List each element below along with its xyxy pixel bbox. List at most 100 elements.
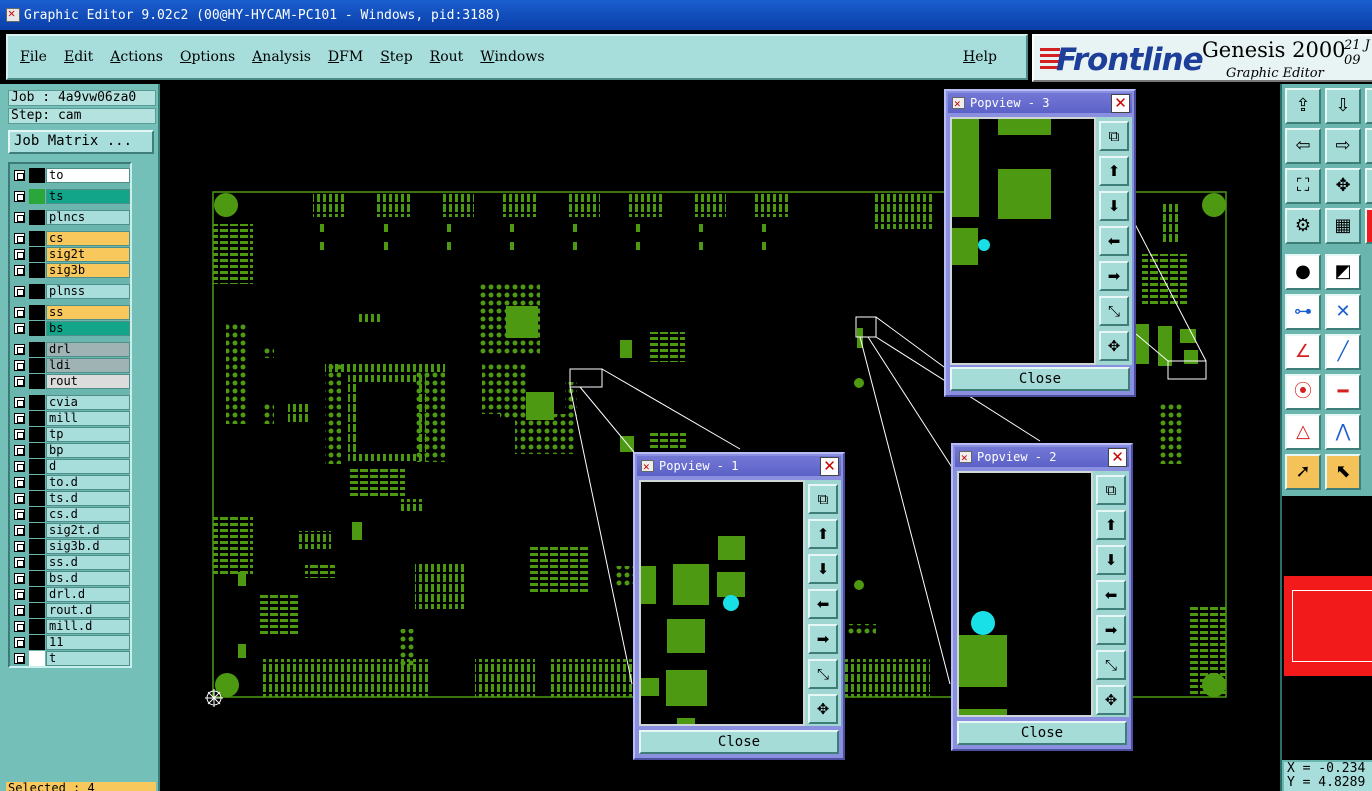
zoom-home-icon[interactable]: ⛶	[1285, 168, 1321, 204]
pan-left-icon[interactable]: ⬅	[808, 589, 838, 619]
layer-color-swatch[interactable]	[29, 342, 45, 357]
layer-checkbox[interactable]	[14, 286, 25, 297]
layer-color-swatch[interactable]	[29, 231, 45, 246]
layer-name[interactable]: cs	[46, 231, 130, 246]
layer-checkbox[interactable]	[14, 344, 25, 355]
layer-row[interactable]: to.d	[12, 475, 130, 490]
menu-file[interactable]: File	[20, 49, 47, 65]
layer-name[interactable]: 11	[46, 635, 130, 650]
zoom-in-icon[interactable]: ⤡	[1096, 650, 1126, 680]
move-down-icon[interactable]: ⇩	[1325, 88, 1361, 124]
layer-checkbox[interactable]	[14, 249, 25, 260]
layer-row[interactable]: drl	[12, 342, 130, 357]
layer-color-swatch[interactable]	[29, 284, 45, 299]
pan-left-icon[interactable]: ⬅	[1099, 226, 1129, 256]
layer-color-swatch[interactable]	[29, 247, 45, 262]
popview-2-titlebar[interactable]: Popview - 2 ✕	[955, 447, 1129, 468]
layer-row[interactable]: bs	[12, 321, 130, 336]
layer-name[interactable]: ts	[46, 189, 130, 204]
tool-icon[interactable]	[1365, 168, 1372, 204]
layer-name[interactable]: d	[46, 459, 130, 474]
move-right-icon[interactable]: ⇨	[1325, 128, 1361, 164]
layer-checkbox[interactable]	[14, 621, 25, 632]
line-angle-icon[interactable]: ∠	[1285, 334, 1321, 370]
layer-checkbox[interactable]	[14, 429, 25, 440]
select-pointer-icon[interactable]: ➚	[1285, 454, 1321, 490]
layer-color-swatch[interactable]	[29, 571, 45, 586]
layer-row[interactable]: sig2t.d	[12, 523, 130, 538]
overview-red-box[interactable]	[1284, 576, 1372, 676]
menu-analysis[interactable]: Analysis	[252, 49, 311, 65]
layer-checkbox[interactable]	[14, 233, 25, 244]
layer-color-swatch[interactable]	[29, 539, 45, 554]
layer-row[interactable]: d	[12, 459, 130, 474]
layer-name[interactable]: ss.d	[46, 555, 130, 570]
menu-step[interactable]: Step	[380, 49, 412, 65]
layer-color-swatch[interactable]	[29, 523, 45, 538]
layer-checkbox[interactable]	[14, 573, 25, 584]
pan-right-icon[interactable]: ➡	[1099, 261, 1129, 291]
layer-row[interactable]: bp	[12, 443, 130, 458]
layer-color-swatch[interactable]	[29, 189, 45, 204]
layer-checkbox[interactable]	[14, 360, 25, 371]
pan-up-icon[interactable]: ⬆	[1099, 156, 1129, 186]
tool-icon[interactable]	[1365, 128, 1372, 164]
layer-checkbox[interactable]	[14, 493, 25, 504]
layer-row[interactable]: mill.d	[12, 619, 130, 634]
tool-icon[interactable]	[1365, 208, 1372, 244]
layer-color-swatch[interactable]	[29, 427, 45, 442]
menu-options[interactable]: Options	[180, 49, 235, 65]
layer-checkbox[interactable]	[14, 541, 25, 552]
layer-row[interactable]: 11	[12, 635, 130, 650]
layer-checkbox[interactable]	[14, 397, 25, 408]
layer-row[interactable]: ss	[12, 305, 130, 320]
move-left-icon[interactable]: ⇦	[1285, 128, 1321, 164]
layer-color-swatch[interactable]	[29, 491, 45, 506]
layer-color-swatch[interactable]	[29, 651, 45, 666]
popview-2-view[interactable]	[957, 471, 1093, 717]
zoom-fit-icon[interactable]: ⧉	[1099, 121, 1129, 151]
zoom-in-icon[interactable]: ⤡	[1099, 296, 1129, 326]
layer-color-swatch[interactable]	[29, 603, 45, 618]
layer-name[interactable]: sig2t	[46, 247, 130, 262]
layer-checkbox[interactable]	[14, 509, 25, 520]
layer-name[interactable]: mill.d	[46, 619, 130, 634]
popview-3-titlebar[interactable]: Popview - 3 ✕	[948, 93, 1132, 114]
layer-name[interactable]: sig2t.d	[46, 523, 130, 538]
layer-name[interactable]: cs.d	[46, 507, 130, 522]
layer-name[interactable]: rout.d	[46, 603, 130, 618]
layer-name[interactable]: sig3b.d	[46, 539, 130, 554]
layer-checkbox[interactable]	[14, 461, 25, 472]
pan-down-icon[interactable]: ⬇	[1099, 191, 1129, 221]
menu-rout[interactable]: Rout	[430, 49, 464, 65]
zoom-out-icon[interactable]: ✥	[808, 694, 838, 724]
layer-checkbox[interactable]	[14, 265, 25, 276]
menu-dfm[interactable]: DFM	[328, 49, 363, 65]
layer-name[interactable]: t	[46, 651, 130, 666]
grid-icon[interactable]: ▦	[1325, 208, 1361, 244]
layer-color-swatch[interactable]	[29, 395, 45, 410]
pan-up-icon[interactable]: ⬆	[808, 519, 838, 549]
layer-row[interactable]: bs.d	[12, 571, 130, 586]
layer-checkbox[interactable]	[14, 477, 25, 488]
zoom-out-icon[interactable]: ✥	[1096, 685, 1126, 715]
layer-color-swatch[interactable]	[29, 374, 45, 389]
layer-color-swatch[interactable]	[29, 411, 45, 426]
layer-row[interactable]: ts.d	[12, 491, 130, 506]
layer-color-swatch[interactable]	[29, 305, 45, 320]
layer-color-swatch[interactable]	[29, 635, 45, 650]
layer-color-swatch[interactable]	[29, 443, 45, 458]
menu-help[interactable]: Help	[963, 49, 997, 65]
layer-color-swatch[interactable]	[29, 475, 45, 490]
layer-row[interactable]: sig3b	[12, 263, 130, 278]
layer-row[interactable]: drl.d	[12, 587, 130, 602]
layer-name[interactable]: ss	[46, 305, 130, 320]
layer-name[interactable]: bs	[46, 321, 130, 336]
layer-row[interactable]: sig3b.d	[12, 539, 130, 554]
layer-checkbox[interactable]	[14, 589, 25, 600]
layer-checkbox[interactable]	[14, 445, 25, 456]
layer-name[interactable]: mill	[46, 411, 130, 426]
layer-color-swatch[interactable]	[29, 507, 45, 522]
layer-name[interactable]: bp	[46, 443, 130, 458]
layer-row[interactable]: cs	[12, 231, 130, 246]
